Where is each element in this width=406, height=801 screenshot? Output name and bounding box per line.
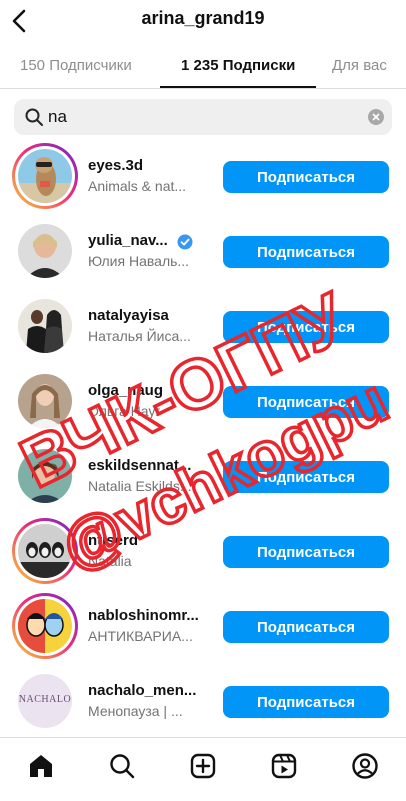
list-item[interactable]: eskildsennat... Natalia Eskilds... Подпи… — [0, 440, 406, 515]
avatar[interactable] — [12, 293, 78, 359]
clear-search-icon[interactable] — [368, 109, 384, 125]
avatar[interactable] — [12, 218, 78, 284]
list-item[interactable]: olga_naug Ольга Науг Подписаться — [0, 365, 406, 440]
follow-button[interactable]: Подписаться — [223, 236, 389, 268]
list-item[interactable]: NACHALO nachalo_men... Менопауза | ... П… — [0, 665, 406, 740]
follow-button[interactable]: Подписаться — [223, 161, 389, 193]
full-name: Natalia Eskilds... — [88, 478, 192, 494]
tab-following[interactable]: 1 235 Подписки — [181, 57, 295, 74]
search-bar — [14, 99, 392, 135]
reels-icon[interactable] — [270, 752, 298, 780]
avatar[interactable] — [12, 368, 78, 434]
avatar[interactable] — [12, 518, 78, 584]
follow-button[interactable]: Подписаться — [223, 461, 389, 493]
full-name: Natalia — [88, 553, 132, 569]
full-name: Юлия Наваль... — [88, 253, 190, 269]
home-icon[interactable] — [27, 752, 55, 780]
list-item[interactable]: eyes.3d Animals & nat... Подписаться — [0, 140, 406, 215]
list-item[interactable]: natalyayisa Наталья Йиса... Подписаться — [0, 290, 406, 365]
username[interactable]: nabloshinomr... — [88, 607, 199, 624]
list-item[interactable]: yulia_nav... Юлия Наваль... Подписаться — [0, 215, 406, 290]
full-name: Менопауза | ... — [88, 703, 183, 719]
profile-icon[interactable] — [351, 752, 379, 780]
tab-followers[interactable]: 150 Подписчики — [20, 57, 132, 74]
follow-button[interactable]: Подписаться — [223, 311, 389, 343]
top-bar: arina_grand19 — [0, 0, 406, 44]
full-name: АНТИКВАРИА... — [88, 628, 193, 644]
verified-badge-icon — [177, 234, 193, 250]
full-name: Наталья Йиса... — [88, 328, 191, 344]
list-item[interactable]: ntlserd Natalia Подписаться — [0, 515, 406, 590]
following-list: eyes.3d Animals & nat... Подписаться yul… — [0, 140, 406, 740]
tab-for-you[interactable]: Для вас — [332, 57, 387, 74]
avatar-logo-text: NACHALO — [18, 694, 72, 705]
full-name: Ольга Науг — [88, 403, 161, 419]
username[interactable]: natalyayisa — [88, 307, 169, 324]
list-item[interactable]: nabloshinomr... АНТИКВАРИА... Подписатьс… — [0, 590, 406, 665]
avatar[interactable]: NACHALO — [12, 668, 78, 734]
avatar[interactable] — [12, 593, 78, 659]
follow-button[interactable]: Подписаться — [223, 536, 389, 568]
search-icon[interactable] — [108, 752, 136, 780]
follow-button[interactable]: Подписаться — [223, 686, 389, 718]
bottom-nav — [0, 737, 406, 801]
username[interactable]: nachalo_men... — [88, 682, 196, 699]
avatar[interactable] — [12, 143, 78, 209]
username[interactable]: eyes.3d — [88, 157, 143, 174]
active-tab-indicator — [160, 86, 316, 88]
username[interactable]: yulia_nav... — [88, 232, 168, 249]
username[interactable]: olga_naug — [88, 382, 163, 399]
follow-button[interactable]: Подписаться — [223, 611, 389, 643]
page-title: arina_grand19 — [141, 8, 265, 28]
username[interactable]: ntlserd — [88, 532, 138, 549]
tab-bar: 150 Подписчики 1 235 Подписки Для вас — [0, 44, 406, 89]
avatar[interactable] — [12, 443, 78, 509]
follow-button[interactable]: Подписаться — [223, 386, 389, 418]
full-name: Animals & nat... — [88, 178, 187, 194]
search-input[interactable] — [48, 104, 348, 130]
create-icon[interactable] — [189, 752, 217, 780]
search-icon — [25, 108, 43, 126]
username[interactable]: eskildsennat... — [88, 457, 191, 474]
